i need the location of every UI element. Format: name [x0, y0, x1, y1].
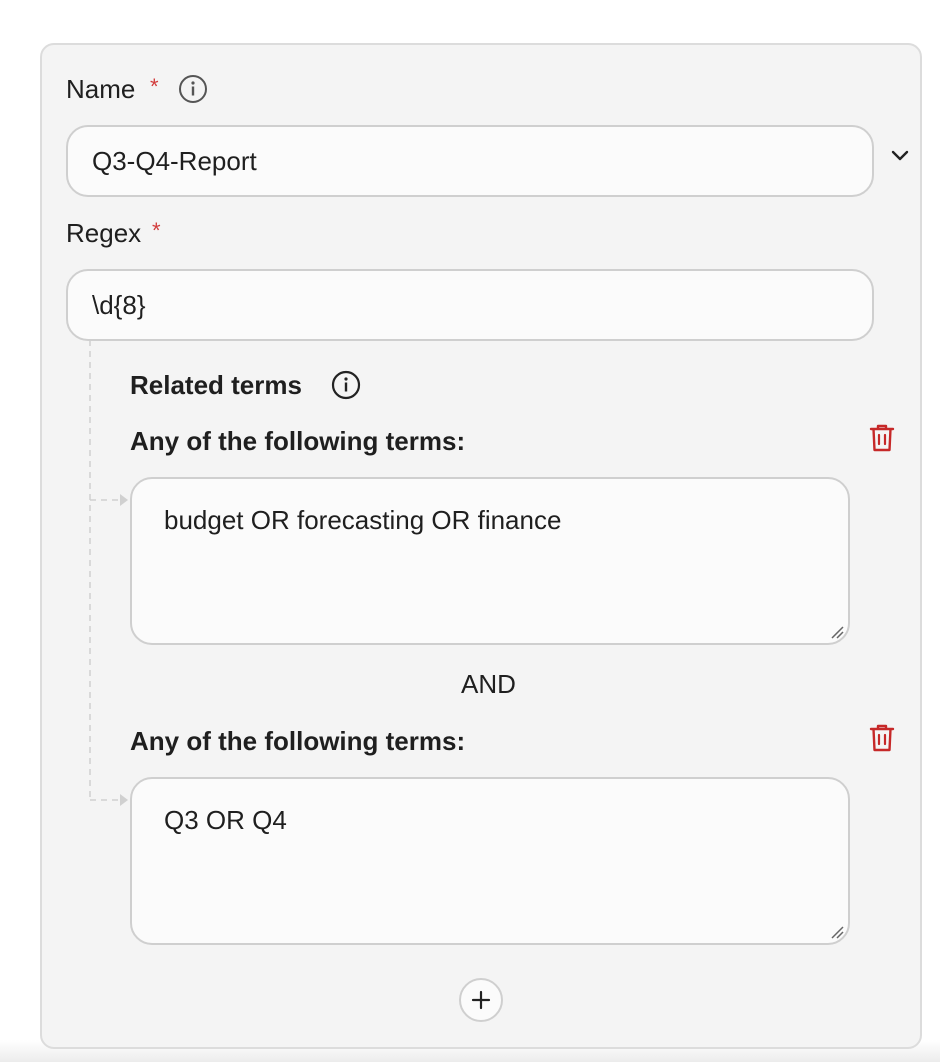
info-icon[interactable]	[178, 74, 208, 104]
info-icon[interactable]	[331, 370, 361, 400]
trash-icon[interactable]	[868, 722, 896, 754]
resize-handle-icon[interactable]	[830, 925, 844, 939]
trash-icon[interactable]	[868, 422, 896, 454]
regex-label: Regex	[66, 218, 142, 248]
term-group-2-textarea[interactable]: Q3 OR Q4	[130, 777, 850, 945]
plus-icon	[471, 990, 491, 1010]
and-operator: AND	[461, 669, 516, 699]
term-group-1-label: Any of the following terms:	[130, 426, 466, 456]
name-required-mark: *	[150, 74, 159, 99]
regex-input[interactable]: \d{8}	[66, 269, 874, 341]
regex-input-value: \d{8}	[92, 289, 146, 320]
term-group-2-value: Q3 OR Q4	[164, 805, 287, 835]
add-term-group-button[interactable]	[459, 978, 503, 1022]
name-label: Name	[66, 74, 136, 104]
term-group-1-textarea[interactable]: budget OR forecasting OR finance	[130, 477, 850, 645]
chevron-down-icon[interactable]	[888, 143, 912, 167]
related-terms-title: Related terms	[130, 370, 302, 400]
term-group-1-value: budget OR forecasting OR finance	[164, 505, 562, 535]
name-input-value: Q3-Q4-Report	[92, 145, 257, 176]
term-group-2-label: Any of the following terms:	[130, 726, 466, 756]
name-input[interactable]: Q3-Q4-Report	[66, 125, 874, 197]
regex-required-mark: *	[152, 218, 161, 243]
resize-handle-icon[interactable]	[830, 625, 844, 639]
